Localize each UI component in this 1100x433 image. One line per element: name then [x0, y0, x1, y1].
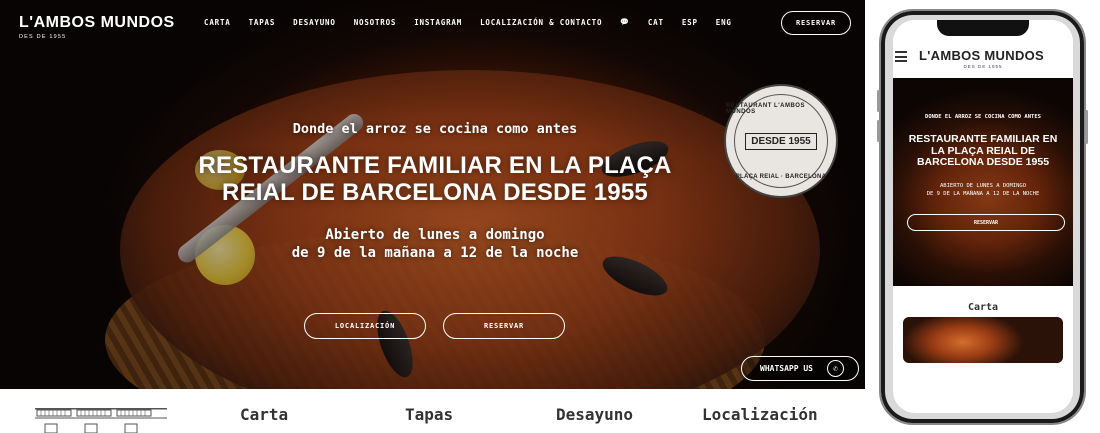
nav-item-instagram[interactable]: INSTAGRAM	[414, 18, 462, 27]
opening-hours-line: de 9 de la mañana a 12 de la noche	[291, 245, 579, 261]
brand-name: L'AMBOS MUNDOS	[19, 14, 175, 31]
whatsapp-button[interactable]: WHATSAPP US ✆	[741, 356, 859, 381]
whatsapp-label: WHATSAPP US	[760, 364, 813, 373]
whatsapp-icon: ✆	[826, 360, 844, 377]
mobile-headline-line: RESTAURANTE FAMILIAR EN	[908, 133, 1058, 145]
mobile-brand-since: DES DE 1955	[963, 64, 1003, 69]
mobile-hero-tagline: DONDE EL ARROZ SE COCINA COMO ANTES	[925, 114, 1041, 120]
category-tapas[interactable]: Tapas	[405, 405, 453, 424]
nav-item-desayuno[interactable]: DESAYUNO	[293, 18, 336, 27]
nav-item-localizacion-contacto[interactable]: LOCALIZACIÓN & CONTACTO	[480, 18, 602, 27]
lang-cat[interactable]: CAT	[648, 18, 664, 27]
lang-eng[interactable]: ENG	[716, 18, 732, 27]
category-desayuno[interactable]: Desayuno	[556, 405, 633, 424]
category-localizacion[interactable]: Localización	[702, 405, 818, 424]
building-facade-icon	[35, 408, 167, 433]
mobile-opening-hours: ABIERTO DE LUNES A DOMINGO DE 9 DE LA MA…	[893, 182, 1073, 198]
hero-headline: RESTAURANTE FAMILIAR EN LA PLAÇA REIAL D…	[0, 152, 865, 206]
mobile-screen: L'AMBOS MUNDOS DES DE 1955 DONDE EL ARRO…	[893, 20, 1073, 413]
mobile-carta-card[interactable]	[903, 317, 1063, 363]
mobile-hero-headline: RESTAURANTE FAMILIAR EN LA PLAÇA REIAL D…	[893, 133, 1073, 169]
mobile-hours-line: ABIERTO DE LUNES A DOMINGO	[939, 183, 1027, 189]
screenshot-stage: L'AMBOS MUNDOS DES DE 1955 CARTA TAPAS D…	[0, 0, 1100, 433]
mobile-hero: DONDE EL ARROZ SE COCINA COMO ANTES REST…	[893, 78, 1073, 286]
hero-headline-line: RESTAURANTE FAMILIAR EN LA PLAÇA	[198, 152, 672, 179]
opening-hours-line: Abierto de lunes a domingo	[325, 227, 545, 243]
mobile-hours-line: DE 9 DE LA MAÑANA A 12 DE LA NOCHE	[926, 191, 1040, 197]
nav-item-carta[interactable]: CARTA	[204, 18, 231, 27]
nav-item-tapas[interactable]: TAPAS	[249, 18, 276, 27]
chat-bubble-icon[interactable]: 💬	[620, 18, 630, 27]
hero-tagline: Donde el arroz se cocina como antes	[292, 121, 578, 137]
mobile-brand-name[interactable]: L'AMBOS MUNDOS	[919, 48, 1044, 63]
nav-item-nosotros[interactable]: NOSOTROS	[354, 18, 397, 27]
mobile-headline-line: BARCELONA DESDE 1955	[916, 156, 1050, 168]
seal-top-text: RESTAURANT L'AMBOS MUNDOS	[726, 103, 805, 115]
main-nav: CARTA TAPAS DESAYUNO NOSOTROS INSTAGRAM …	[204, 18, 732, 27]
reservar-hero-button[interactable]: RESERVAR	[443, 313, 565, 339]
hero-headline-line: REIAL DE BARCELONA DESDE 1955	[222, 179, 648, 206]
opening-hours: Abierto de lunes a domingo de 9 de la ma…	[0, 226, 865, 262]
localizacion-button[interactable]: LOCALIZACIÓN	[304, 313, 426, 339]
seal-year: DESDE 1955	[745, 132, 817, 150]
category-carta[interactable]: Carta	[240, 405, 288, 424]
brand-logo[interactable]: L'AMBOS MUNDOS DES DE 1955	[19, 14, 175, 40]
mobile-reservar-button[interactable]: RESERVAR	[907, 214, 1065, 231]
lang-esp[interactable]: ESP	[682, 18, 698, 27]
hamburger-menu-icon[interactable]	[895, 51, 907, 62]
brand-since: DES DE 1955	[19, 34, 67, 40]
phone-notch	[937, 20, 1029, 36]
desktop-view: L'AMBOS MUNDOS DES DE 1955 CARTA TAPAS D…	[0, 0, 865, 433]
reservar-header-button[interactable]: RESERVAR	[781, 11, 851, 35]
mobile-section-title: Carta	[967, 302, 999, 313]
